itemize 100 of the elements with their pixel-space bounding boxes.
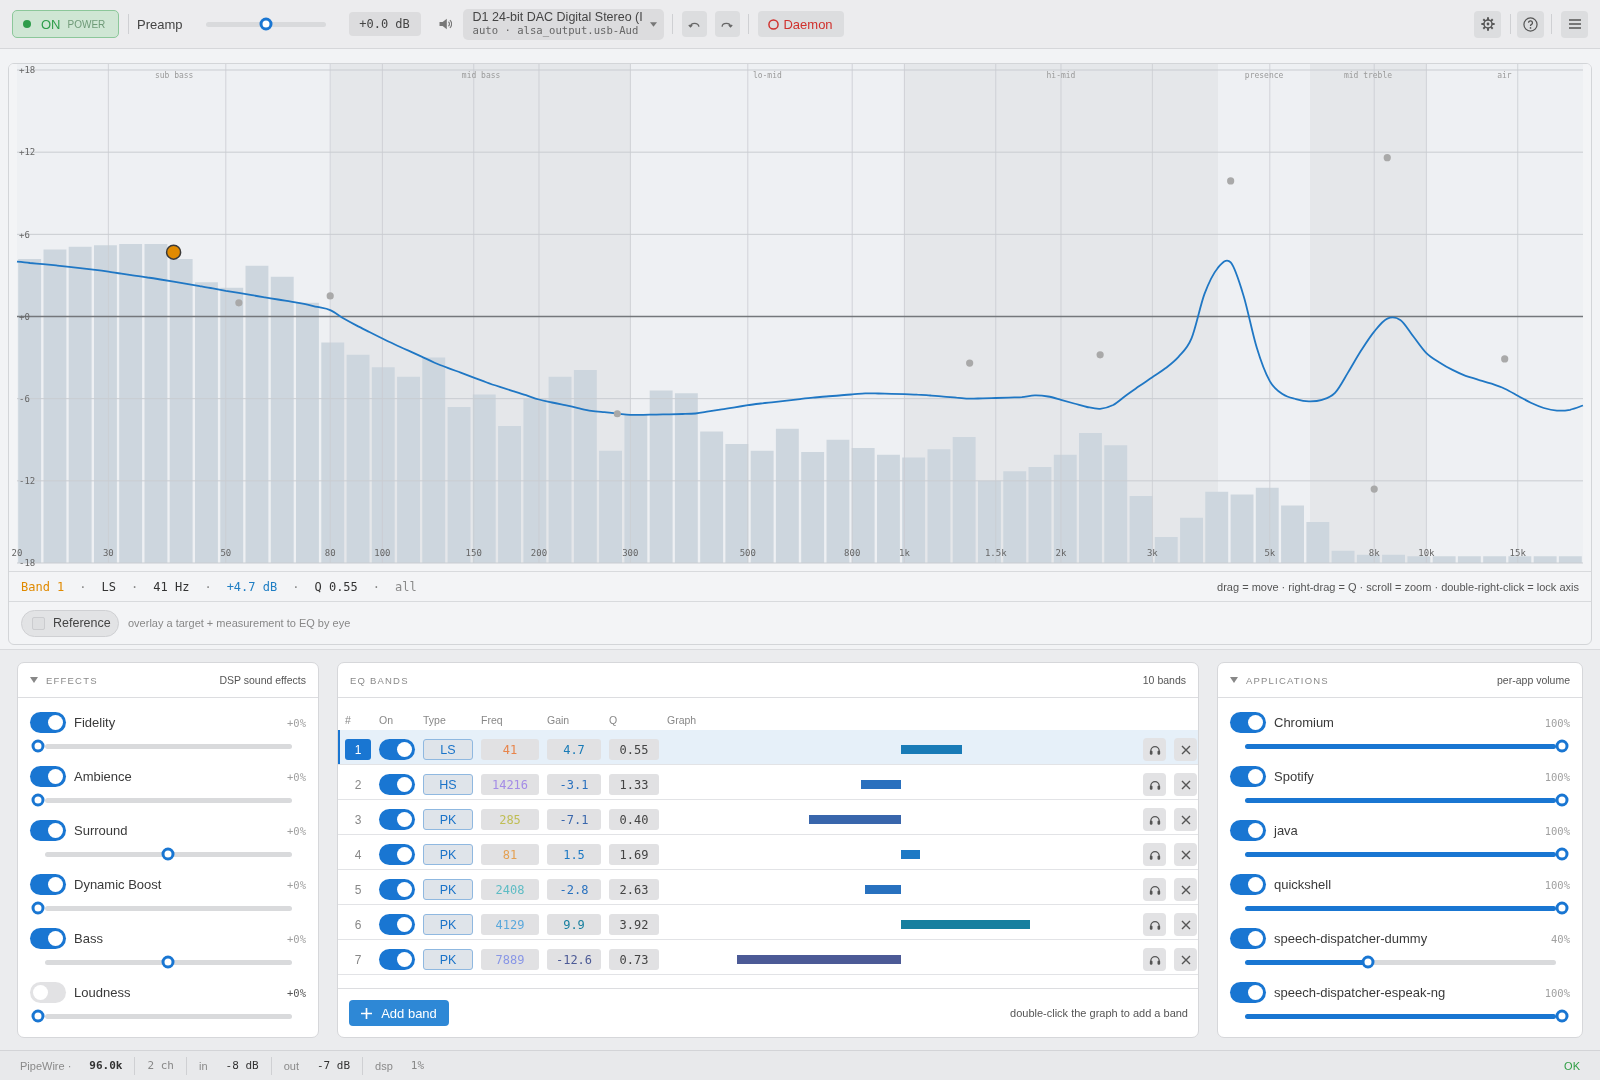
filter-type-button[interactable]: PK: [423, 844, 473, 865]
slider-thumb[interactable]: [161, 955, 175, 969]
toggle-switch[interactable]: [30, 712, 66, 733]
q-field[interactable]: 0.55: [609, 739, 659, 760]
solo-button[interactable]: [1143, 913, 1166, 936]
slider-thumb[interactable]: [31, 1009, 45, 1023]
frequency-field[interactable]: 41: [481, 739, 539, 760]
delete-button[interactable]: [1174, 948, 1197, 971]
solo-button[interactable]: [1143, 843, 1166, 866]
band-node[interactable]: [613, 410, 621, 418]
menu-button[interactable]: [1561, 10, 1588, 38]
slider-thumb[interactable]: [31, 793, 45, 807]
daemon-button[interactable]: Daemon: [757, 11, 844, 37]
gain-field[interactable]: 9.9: [547, 914, 601, 935]
solo-button[interactable]: [1143, 948, 1166, 971]
band-row[interactable]: 5 PK 2408 -2.8 2.63: [338, 870, 1198, 905]
toggle-switch[interactable]: [30, 820, 66, 841]
toggle-switch[interactable]: [1230, 712, 1266, 733]
reference-button[interactable]: Reference: [21, 609, 119, 637]
help-button[interactable]: [1517, 10, 1544, 38]
band-node[interactable]: [1501, 355, 1509, 363]
solo-button[interactable]: [1143, 773, 1166, 796]
toggle-switch[interactable]: [379, 739, 415, 760]
filter-type-button[interactable]: PK: [423, 914, 473, 935]
band-row[interactable]: 4 PK 81 1.5 1.69: [338, 835, 1198, 870]
gain-field[interactable]: -3.1: [547, 774, 601, 795]
q-field[interactable]: 1.69: [609, 844, 659, 865]
toggle-switch[interactable]: [379, 809, 415, 830]
band-node[interactable]: [235, 299, 243, 307]
toggle-switch[interactable]: [30, 982, 66, 1003]
filter-type-button[interactable]: PK: [423, 879, 473, 900]
band-row[interactable]: 1 LS 41 4.7 0.55: [338, 730, 1198, 765]
gain-field[interactable]: -2.8: [547, 879, 601, 900]
band-row[interactable]: 3 PK 285 -7.1 0.40: [338, 800, 1198, 835]
caret-icon[interactable]: [30, 677, 38, 683]
toggle-switch[interactable]: [1230, 766, 1266, 787]
band-node[interactable]: [165, 244, 182, 260]
caret-icon[interactable]: [1230, 677, 1238, 683]
filter-type-button[interactable]: PK: [423, 949, 473, 970]
undo-button[interactable]: [681, 11, 707, 37]
redo-button[interactable]: [714, 11, 740, 37]
slider-thumb[interactable]: [1555, 1009, 1569, 1023]
frequency-field[interactable]: 14216: [481, 774, 539, 795]
frequency-field[interactable]: 4129: [481, 914, 539, 935]
toggle-switch[interactable]: [379, 844, 415, 865]
q-field[interactable]: 3.92: [609, 914, 659, 935]
toggle-switch[interactable]: [1230, 982, 1266, 1003]
toggle-switch[interactable]: [1230, 820, 1266, 841]
band-node[interactable]: [326, 292, 334, 300]
add-band-button[interactable]: Add band: [349, 1000, 449, 1026]
toggle-switch[interactable]: [30, 928, 66, 949]
toggle-switch[interactable]: [379, 774, 415, 795]
slider-thumb[interactable]: [259, 17, 273, 31]
band-row[interactable]: 2 HS 14216 -3.1 1.33: [338, 765, 1198, 800]
q-field[interactable]: 0.40: [609, 809, 659, 830]
delete-button[interactable]: [1174, 843, 1197, 866]
filter-type-button[interactable]: HS: [423, 774, 473, 795]
slider-thumb[interactable]: [1555, 847, 1569, 861]
preamp-value-field[interactable]: +0.0 dB: [348, 12, 421, 36]
toggle-switch[interactable]: [1230, 874, 1266, 895]
solo-button[interactable]: [1143, 878, 1166, 901]
toggle-switch[interactable]: [30, 766, 66, 787]
frequency-field[interactable]: 7889: [481, 949, 539, 970]
filter-type-button[interactable]: LS: [423, 739, 473, 760]
slider-thumb[interactable]: [31, 901, 45, 915]
band-node[interactable]: [966, 359, 974, 367]
band-node[interactable]: [1370, 485, 1378, 493]
toggle-switch[interactable]: [379, 914, 415, 935]
band-row[interactable]: 6 PK 4129 9.9 3.92: [338, 905, 1198, 940]
solo-button[interactable]: [1143, 808, 1166, 831]
settings-button[interactable]: [1474, 10, 1501, 38]
gain-field[interactable]: 4.7: [547, 739, 601, 760]
band-node[interactable]: [1096, 351, 1104, 359]
slider-thumb[interactable]: [1555, 793, 1569, 807]
filter-type-button[interactable]: PK: [423, 809, 473, 830]
gain-field[interactable]: 1.5: [547, 844, 601, 865]
device-dropdown[interactable]: D1 24-bit DAC Digital Stereo (I auto · alsa_output.usb-Aud: [462, 8, 664, 40]
band-row[interactable]: 7 PK 7889 -12.6 0.73: [338, 940, 1198, 975]
q-field[interactable]: 1.33: [609, 774, 659, 795]
slider-thumb[interactable]: [161, 847, 175, 861]
delete-button[interactable]: [1174, 878, 1197, 901]
power-button[interactable]: ON POWER: [12, 10, 119, 38]
gain-field[interactable]: -12.6: [547, 949, 601, 970]
gain-field[interactable]: -7.1: [547, 809, 601, 830]
delete-button[interactable]: [1174, 738, 1197, 761]
slider-thumb[interactable]: [1555, 901, 1569, 915]
band-node[interactable]: [1227, 177, 1235, 185]
q-field[interactable]: 0.73: [609, 949, 659, 970]
toggle-switch[interactable]: [379, 949, 415, 970]
toggle-switch[interactable]: [379, 879, 415, 900]
delete-button[interactable]: [1174, 913, 1197, 936]
solo-button[interactable]: [1143, 738, 1166, 761]
q-field[interactable]: 2.63: [609, 879, 659, 900]
band-node[interactable]: [1383, 154, 1391, 162]
slider-thumb[interactable]: [1361, 955, 1375, 969]
slider-thumb[interactable]: [31, 739, 45, 753]
slider-thumb[interactable]: [1555, 739, 1569, 753]
toggle-switch[interactable]: [30, 874, 66, 895]
delete-button[interactable]: [1174, 808, 1197, 831]
delete-button[interactable]: [1174, 773, 1197, 796]
